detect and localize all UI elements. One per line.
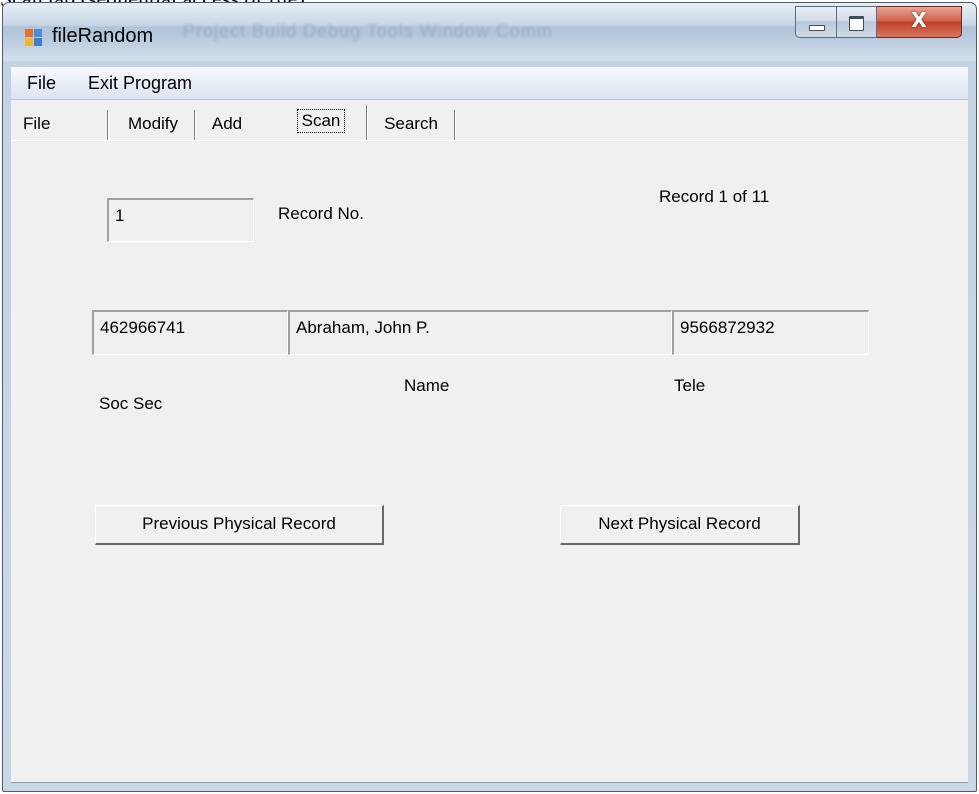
tab-divider (107, 110, 108, 140)
tab-modify[interactable]: Modify (113, 108, 193, 140)
maximize-button[interactable] (837, 6, 877, 38)
caption-buttons: X (795, 6, 970, 40)
tab-add[interactable]: Add (197, 108, 257, 140)
menu-file[interactable]: File (27, 73, 56, 94)
window-title: fileRandom (52, 25, 154, 47)
tab-file[interactable]: File (17, 108, 73, 140)
close-icon: X (911, 8, 927, 32)
tab-divider (366, 105, 367, 141)
soc-sec-field[interactable]: 462966741 (92, 310, 288, 355)
background-ghost-menu: Project Build Debug Tools Window Comm (183, 21, 553, 41)
record-count-label: Record 1 of 11 (659, 187, 770, 206)
form-client-area: File Modify Add Scan Search 1 Record No.… (11, 100, 968, 783)
minimize-button[interactable] (795, 6, 837, 38)
tab-scan[interactable]: Scan (278, 103, 364, 141)
previous-physical-record-button[interactable]: Previous Physical Record (95, 505, 384, 545)
app-window: fileRandom Project Build Debug Tools Win… (2, 2, 977, 792)
menu-exit-program[interactable]: Exit Program (88, 73, 192, 94)
name-field[interactable]: Abraham, John P. (288, 310, 672, 355)
app-form-icon-tile (34, 29, 42, 37)
app-form-icon-tile (34, 38, 42, 46)
next-physical-record-button[interactable]: Next Physical Record (560, 505, 800, 545)
app-form-icon-tile (25, 29, 33, 37)
menu-bar: File Exit Program (11, 67, 968, 100)
app-form-icon-tile (25, 38, 33, 46)
tele-label: Tele (674, 376, 706, 395)
close-button[interactable]: X (877, 6, 962, 38)
soc-sec-label: Soc Sec (99, 394, 163, 413)
name-label: Name (404, 376, 450, 395)
window-bottom-border (3, 781, 976, 791)
minimize-icon (809, 25, 825, 31)
app-form-icon[interactable] (25, 29, 43, 47)
tab-divider (454, 110, 455, 140)
record-no-field[interactable]: 1 (107, 198, 254, 242)
tab-search[interactable]: Search (369, 108, 453, 140)
record-no-label: Record No. (278, 204, 364, 223)
tab-strip-baseline (11, 140, 968, 141)
tab-scan-label: Scan (296, 109, 346, 133)
tab-divider (194, 110, 195, 140)
maximize-icon (849, 16, 864, 31)
tele-field[interactable]: 9566872932 (672, 310, 869, 355)
